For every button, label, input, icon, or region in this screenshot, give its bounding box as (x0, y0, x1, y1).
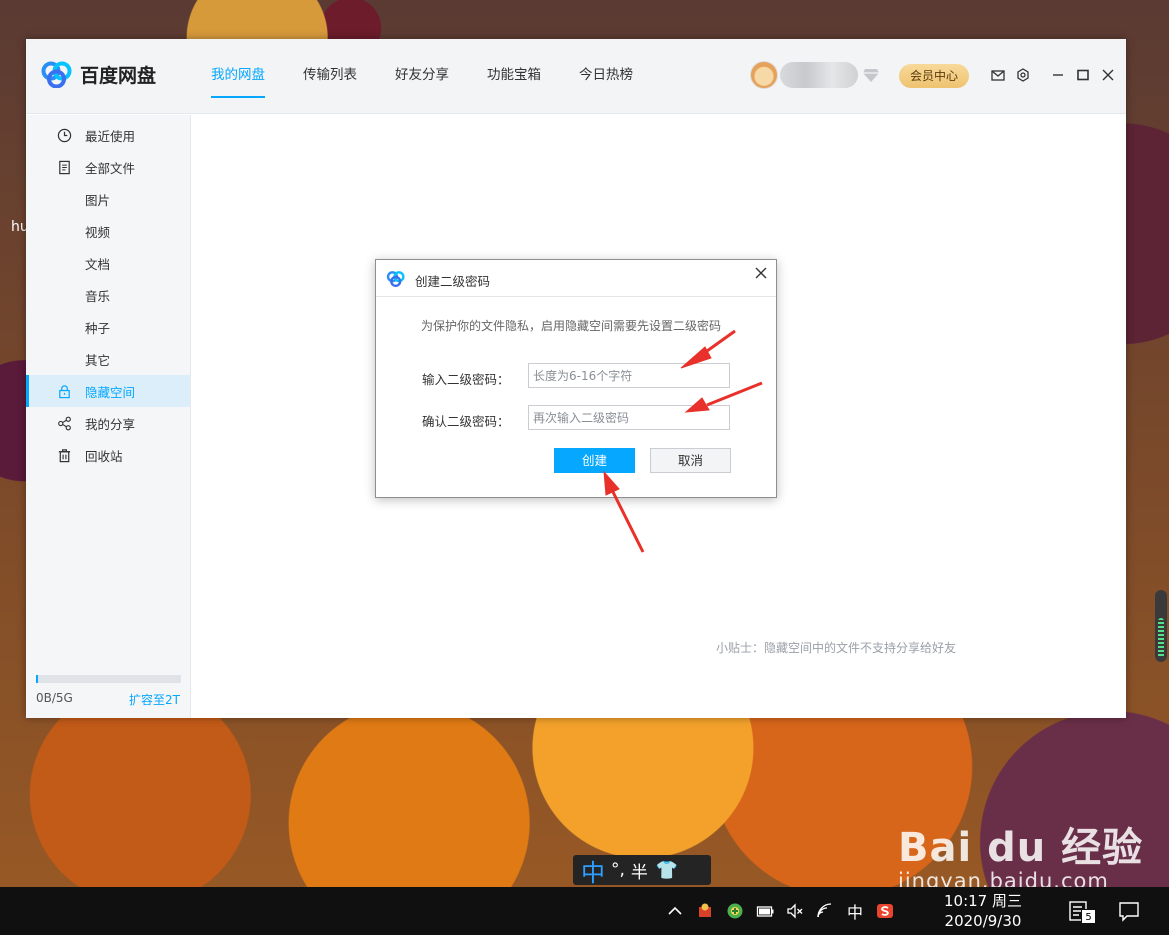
tab-hot-list[interactable]: 今日热榜 (579, 39, 633, 114)
mail-icon[interactable] (989, 66, 1007, 84)
wifi-icon[interactable] (813, 899, 837, 923)
expand-storage-link[interactable]: 扩容至2T (129, 691, 180, 708)
settings-icon[interactable] (1014, 66, 1032, 84)
tray-security-icon[interactable] (723, 899, 747, 923)
action-center-icon[interactable] (1117, 899, 1141, 923)
tray-app-icon[interactable] (693, 899, 717, 923)
maximize-icon[interactable] (1074, 66, 1092, 84)
clock-date: 2020/9/30 (944, 912, 1022, 930)
close-icon[interactable] (1099, 66, 1117, 84)
sidebar-item-label: 最近使用 (85, 128, 136, 144)
netdisk-logo-icon (41, 61, 72, 88)
sidebar-item-label: 种子 (85, 320, 111, 336)
create-button[interactable]: 创建 (554, 448, 635, 473)
diamond-icon[interactable] (862, 67, 880, 83)
ime-mode[interactable]: 中 (581, 853, 605, 888)
create-password-dialog: 创建二级密码 为保护你的文件隐私，启用隐藏空间需要先设置二级密码 输入二级密码：… (375, 259, 777, 498)
trash-icon (56, 447, 72, 463)
title-bar: 百度网盘 我的网盘 传输列表 好友分享 功能宝箱 今日热榜 会员中心 (26, 39, 1126, 114)
ime-punctuation[interactable]: °, (611, 860, 625, 880)
sidebar-item-label: 其它 (85, 352, 111, 368)
sidebar-item-hidden-space[interactable]: 隐藏空间 (26, 375, 190, 407)
sidebar-item-label: 音乐 (85, 288, 111, 304)
vip-center-button[interactable]: 会员中心 (899, 64, 969, 88)
sidebar-item-other[interactable]: 其它 (26, 343, 190, 375)
password-input[interactable] (528, 363, 730, 388)
sidebar-item-label: 文档 (85, 256, 111, 272)
taskbar: 中 10:17 周三 2020/9/30 5 (0, 887, 1169, 935)
tab-my-netdisk[interactable]: 我的网盘 (211, 39, 265, 114)
sidebar-item-label: 隐藏空间 (85, 384, 136, 400)
confirm-password-label: 确认二级密码： (422, 414, 510, 429)
sidebar-item-label: 图片 (85, 192, 111, 208)
hidden-space-tip: 小贴士：隐藏空间中的文件不支持分享给好友 (716, 641, 957, 655)
app-logo: 百度网盘 (40, 60, 156, 88)
ime-toolbar[interactable]: 中 °, 半 👕 (573, 853, 711, 888)
share-icon (56, 415, 72, 431)
sidebar-item-label: 视频 (85, 224, 111, 240)
netdisk-logo-icon (386, 271, 405, 287)
minimize-icon[interactable] (1049, 66, 1067, 84)
sidebar: 最近使用 全部文件 图片 视频 文档 音乐 种子 其它 隐藏空间 我的分享 回收… (26, 115, 191, 718)
storage-quota-text: 0B/5G (36, 691, 73, 705)
username-blurred[interactable] (780, 62, 858, 88)
clock-icon (56, 127, 72, 143)
sidebar-item-label: 回收站 (85, 448, 123, 464)
storage-quota-fill (36, 675, 39, 683)
clock-time: 10:17 周三 (944, 892, 1022, 910)
sidebar-item-recent[interactable]: 最近使用 (26, 119, 190, 151)
file-icon (56, 159, 72, 175)
sidebar-item-label: 我的分享 (85, 416, 136, 432)
confirm-password-input[interactable] (528, 405, 730, 430)
storage-quota-bar (36, 675, 181, 683)
sidebar-item-torrents[interactable]: 种子 (26, 311, 190, 343)
system-tray: 中 (663, 887, 903, 935)
input-language-indicator[interactable]: 中 (843, 899, 867, 923)
user-area[interactable] (750, 61, 880, 89)
sidebar-item-documents[interactable]: 文档 (26, 247, 190, 279)
baidu-jingyan-watermark: Bai du 经验 jingyan.baidu.com (898, 815, 1143, 893)
tab-toolbox[interactable]: 功能宝箱 (487, 39, 541, 114)
system-clock[interactable]: 10:17 周三 2020/9/30 (938, 891, 1028, 931)
dialog-header: 创建二级密码 (376, 260, 776, 297)
volume-gauge (1155, 590, 1167, 662)
volume-muted-icon[interactable] (783, 899, 807, 923)
sogou-ime-icon[interactable] (873, 899, 897, 923)
sidebar-item-label: 全部文件 (85, 160, 136, 176)
volume-gauge-fill (1158, 618, 1164, 658)
notification-count-badge: 5 (1081, 909, 1096, 924)
dialog-description: 为保护你的文件隐私，启用隐藏空间需要先设置二级密码 (421, 319, 722, 333)
app-name: 百度网盘 (80, 64, 157, 87)
password-label: 输入二级密码： (422, 372, 510, 387)
cancel-button[interactable]: 取消 (650, 448, 731, 473)
avatar[interactable] (750, 61, 778, 89)
sidebar-item-all-files[interactable]: 全部文件 (26, 151, 190, 183)
battery-icon[interactable] (753, 899, 777, 923)
sidebar-item-recycle-bin[interactable]: 回收站 (26, 439, 190, 471)
chevron-up-icon[interactable] (663, 899, 687, 923)
dialog-title: 创建二级密码 (415, 274, 491, 289)
ime-width[interactable]: 半 (631, 858, 648, 883)
main-nav: 我的网盘 传输列表 好友分享 功能宝箱 今日热榜 (211, 39, 671, 114)
tab-friend-share[interactable]: 好友分享 (395, 39, 449, 114)
sidebar-item-images[interactable]: 图片 (26, 183, 190, 215)
sidebar-item-videos[interactable]: 视频 (26, 215, 190, 247)
sidebar-item-my-shares[interactable]: 我的分享 (26, 407, 190, 439)
ime-skin-icon[interactable]: 👕 (656, 860, 678, 881)
watermark-brand: Bai du 经验 (898, 825, 1144, 871)
sidebar-item-music[interactable]: 音乐 (26, 279, 190, 311)
lock-icon (56, 383, 72, 399)
close-icon[interactable] (753, 265, 769, 281)
tab-transfer-list[interactable]: 传输列表 (303, 39, 357, 114)
